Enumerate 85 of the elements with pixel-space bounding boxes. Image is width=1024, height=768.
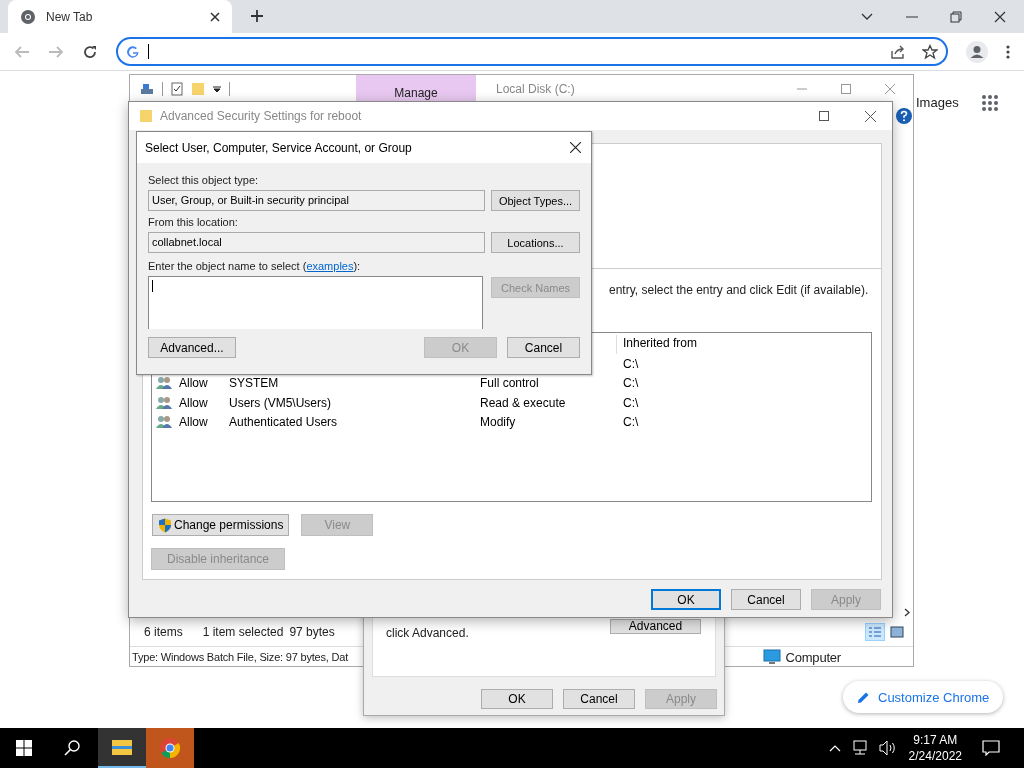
apps-grid-icon[interactable]	[981, 94, 999, 112]
close-icon[interactable]	[570, 142, 581, 153]
maximize-icon[interactable]	[819, 110, 829, 121]
object-types-button[interactable]: Object Types...	[491, 190, 580, 211]
item-count: 6 items	[144, 625, 183, 639]
table-cell: C:\	[623, 395, 639, 410]
network-icon[interactable]	[850, 740, 869, 756]
table-cell: Read & execute	[480, 395, 566, 410]
google-icon	[126, 44, 140, 59]
notifications-icon[interactable]	[982, 740, 1000, 756]
computer-icon	[762, 649, 781, 665]
more-icon[interactable]	[1006, 44, 1010, 59]
chevron-down-icon[interactable]	[860, 11, 874, 22]
object-name-field[interactable]	[148, 276, 483, 329]
window-title: Local Disk (C:)	[496, 81, 575, 96]
share-icon[interactable]	[890, 43, 906, 60]
advanced-button[interactable]: Advanced...	[148, 337, 236, 358]
table-cell: Allow	[179, 376, 208, 391]
location-label: Computer	[785, 649, 841, 665]
clock-time[interactable]: 9:17 AM	[913, 732, 958, 748]
users-icon	[156, 376, 173, 391]
users-icon	[156, 415, 173, 430]
field-label: From this location:	[148, 215, 239, 229]
selection-size: 97 bytes	[289, 625, 335, 639]
instruction-text: entry, select the entry and click Edit (if available).	[609, 283, 870, 297]
table-cell: C:\	[623, 356, 639, 371]
properties-icon[interactable]	[171, 81, 183, 96]
customize-chrome-button[interactable]: Customize Chrome	[843, 681, 1004, 713]
column-header[interactable]: Inherited from	[616, 335, 743, 354]
chevron-up-icon[interactable]	[828, 744, 841, 752]
images-link[interactable]: Images	[916, 95, 959, 110]
browser-tab[interactable]: New Tab	[8, 0, 232, 33]
advanced-button[interactable]: Advanced	[610, 619, 701, 634]
examples-link[interactable]: examples	[306, 260, 354, 272]
manage-tab[interactable]: Manage	[356, 75, 476, 102]
change-permissions-button[interactable]: Change permissions	[152, 514, 290, 536]
dialog-button[interactable]: Cancel	[563, 689, 635, 709]
search-icon[interactable]	[64, 740, 80, 756]
table-cell: Allow	[179, 415, 208, 430]
table-cell: SYSTEM	[229, 376, 279, 391]
restore-icon[interactable]	[950, 10, 962, 23]
field-label: Select this object type:	[148, 173, 260, 187]
folder-icon	[139, 109, 153, 123]
close-icon[interactable]	[210, 11, 220, 22]
file-explorer-taskbar-button[interactable]	[98, 728, 146, 768]
new-tab-icon[interactable]	[250, 9, 264, 23]
reload-icon[interactable]	[82, 43, 98, 60]
table-cell: Modify	[480, 415, 516, 430]
profile-icon[interactable]	[966, 40, 988, 63]
users-icon	[156, 395, 173, 410]
table-cell: C:\	[623, 415, 639, 430]
locations-button[interactable]: Locations...	[491, 232, 580, 253]
star-icon[interactable]	[922, 43, 938, 60]
windows-start-icon[interactable]	[16, 740, 32, 756]
table-cell: Full control	[480, 376, 539, 391]
address-field[interactable]	[116, 37, 948, 66]
scroll-right-icon[interactable]	[904, 608, 910, 617]
table-cell: Users (VM5\Users)	[229, 395, 331, 410]
window-title: Advanced Security Settings for reboot	[160, 109, 362, 123]
dialog-button[interactable]: OK	[651, 589, 721, 610]
location-field: collabnet.local	[148, 232, 485, 253]
object-type-field: User, Group, or Built-in security principal	[148, 190, 485, 211]
field-label: ):	[353, 260, 361, 272]
volume-icon[interactable]	[878, 740, 897, 756]
table-cell: C:\	[623, 376, 639, 391]
close-icon[interactable]	[865, 110, 876, 122]
selection-status: 1 item selected	[202, 625, 284, 639]
table-cell: Allow	[179, 395, 208, 410]
advanced-note: click Advanced.	[386, 626, 469, 640]
dialog-button[interactable]: Cancel	[731, 589, 801, 610]
dialog-button[interactable]: Cancel	[507, 337, 580, 358]
close-icon[interactable]	[994, 10, 1006, 23]
shield-icon	[158, 517, 172, 533]
thumbnails-view-icon[interactable]	[887, 623, 907, 641]
dialog-button[interactable]: OK	[481, 689, 553, 709]
table-cell: Authenticated Users	[229, 415, 338, 430]
pencil-icon	[857, 690, 870, 704]
folder-icon	[111, 738, 133, 756]
field-label: Enter the object name to select (	[148, 260, 307, 272]
clock-date[interactable]: 2/24/2022	[908, 748, 962, 764]
dialog-title: Select User, Computer, Service Account, or Group	[145, 140, 412, 155]
dropdown-icon[interactable]	[213, 84, 221, 93]
file-details: Type: Windows Batch File, Size: 97 bytes, Dat	[132, 651, 348, 663]
drive-icon	[140, 82, 154, 95]
help-icon[interactable]	[896, 108, 912, 124]
